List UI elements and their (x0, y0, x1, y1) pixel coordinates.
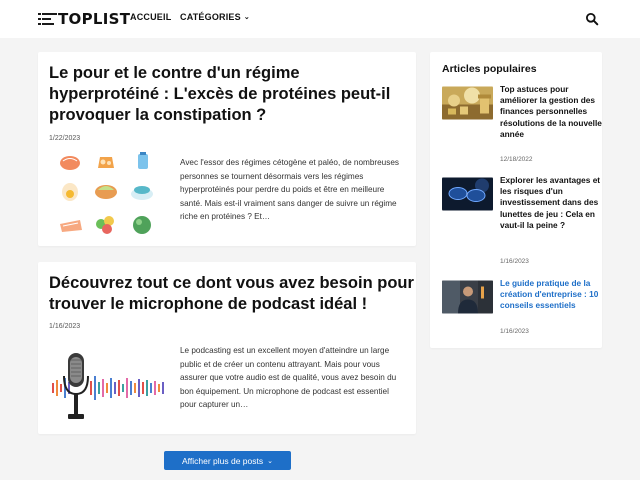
microphone-icon (63, 353, 89, 419)
logo-mark-icon (38, 11, 57, 27)
food-item-icon (62, 183, 153, 201)
load-more-button[interactable]: Afficher plus de posts ⌄ (164, 451, 291, 470)
post-excerpt: Le podcasting est un excellent moyen d'a… (180, 346, 397, 409)
post-date: 1/22/2023 (49, 135, 81, 142)
search-icon[interactable] (585, 12, 599, 26)
food-item-icon (60, 216, 151, 234)
nav-categories-label: CATÉGORIES (180, 12, 241, 22)
site-header: TOPLIST ACCUEIL CATÉGORIES ⌄ (0, 0, 640, 38)
post-excerpt: Avec l'essor des régimes cétogène et pal… (180, 158, 399, 221)
popular-article-title: Le guide pratique de la création d'entre… (500, 278, 599, 311)
finance-thumbnail (442, 86, 493, 120)
chevron-down-icon: ⌄ (267, 457, 273, 465)
popular-articles-widget: Articles populaires Top astuces pour amé… (430, 52, 602, 348)
post-title[interactable]: Découvrez tout ce dont vous avez besoin … (49, 273, 414, 315)
food-item-icon (60, 152, 148, 170)
popular-article-date: 1/16/2023 (500, 328, 529, 335)
protein-foods-thumbnail[interactable] (54, 152, 166, 238)
site-logo[interactable]: TOPLIST (38, 9, 130, 29)
post-title-line: Découvrez tout ce dont vous avez besoin … (49, 274, 414, 292)
popular-article-title: Explorer les avantages et les risques d'… (500, 175, 601, 230)
sidebar-title: Articles populaires (442, 63, 537, 75)
nav-categories[interactable]: CATÉGORIES ⌄ (180, 12, 250, 22)
popular-article-date: 12/18/2022 (500, 156, 533, 163)
post-date: 1/16/2023 (49, 323, 81, 330)
gaming-glasses-thumbnail (442, 177, 493, 211)
nav-home[interactable]: ACCUEIL (130, 12, 171, 22)
business-thumbnail (442, 280, 493, 314)
popular-article-title: Top astuces pour améliorer la gestion de… (500, 84, 602, 139)
post-title-line: Le pour et le contre d'un régime (49, 64, 300, 82)
podcast-microphone-thumbnail[interactable] (48, 348, 168, 428)
chevron-down-icon: ⌄ (243, 14, 250, 21)
logo-text: TOPLIST (58, 10, 131, 28)
post-title-line: trouver le microphone de podcast idéal ! (49, 295, 368, 313)
load-more-label: Afficher plus de posts (182, 455, 264, 466)
post-title[interactable]: Le pour et le contre d'un régime hyperpr… (49, 63, 390, 126)
popular-article-date: 1/16/2023 (500, 258, 529, 265)
post-card: Le pour et le contre d'un régime hyperpr… (38, 52, 416, 246)
post-card: Découvrez tout ce dont vous avez besoin … (38, 262, 416, 434)
post-title-line: hyperprotéiné : L'excès de protéines peu… (49, 85, 391, 103)
post-title-line: provoquer la constipation ? (49, 106, 267, 124)
